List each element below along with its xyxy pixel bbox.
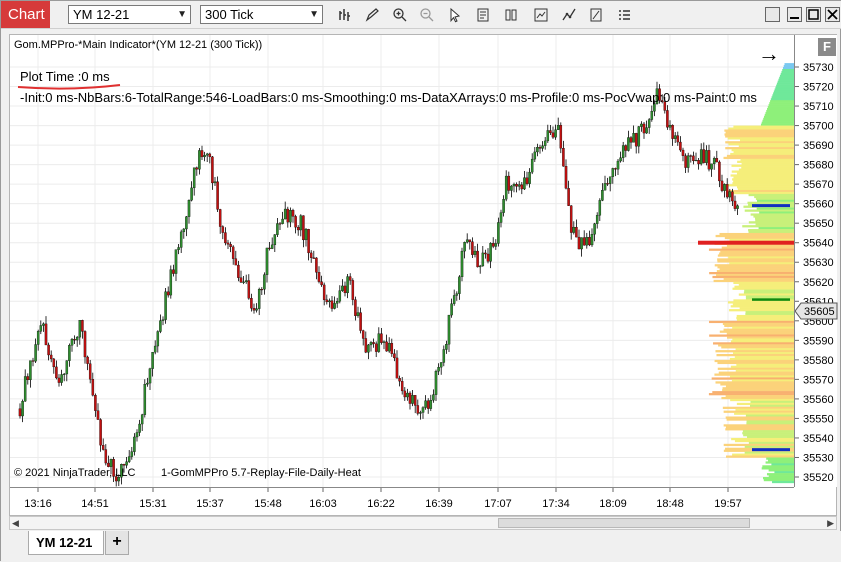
- copyright-text: © 2021 NinjaTrader, LLC: [14, 467, 136, 479]
- f-button[interactable]: F: [818, 38, 836, 56]
- time-tick-label: 15:37: [196, 498, 224, 510]
- zoom-out-icon[interactable]: [417, 5, 437, 25]
- indicator-icon[interactable]: [531, 5, 551, 25]
- value-area-line: [752, 448, 790, 452]
- price-tick-label: 35630: [803, 257, 834, 269]
- plot-time: Plot Time :0 ms: [20, 69, 110, 84]
- interval-selector[interactable]: 300 Tick ▼: [200, 5, 323, 24]
- instrument-selector[interactable]: YM 12-21 ▼: [68, 5, 191, 24]
- strategy-icon[interactable]: [501, 5, 521, 25]
- price-tick-label: 35620: [803, 277, 834, 289]
- vwap-line: [752, 298, 790, 301]
- chevron-down-icon: ▼: [309, 9, 319, 20]
- price-tick-label: 35570: [803, 374, 834, 386]
- interval-value: 300 Tick: [205, 7, 254, 22]
- time-tick-label: 13:16: [24, 498, 52, 510]
- add-tab-button[interactable]: +: [105, 531, 129, 555]
- minimize-button[interactable]: [787, 7, 802, 22]
- price-tick-label: 35660: [803, 199, 834, 211]
- properties-icon[interactable]: [473, 5, 493, 25]
- price-tick-label: 35590: [803, 335, 834, 347]
- scroll-left-icon[interactable]: ◀: [12, 517, 19, 529]
- price-tick-label: 35580: [803, 355, 834, 367]
- value-area-line: [752, 204, 790, 208]
- time-tick-label: 17:07: [484, 498, 512, 510]
- price-tick-label: 35640: [803, 238, 834, 250]
- tab-bar: YM 12-21 +: [1, 531, 841, 562]
- arrow-right-icon[interactable]: →: [758, 41, 780, 67]
- chart-panel[interactable]: Gom.MPPro-*Main Indicator*(YM 12-21 (300…: [9, 34, 838, 516]
- price-tick-label: 35540: [803, 433, 834, 445]
- plot-area[interactable]: Gom.MPPro-*Main Indicator*(YM 12-21 (300…: [10, 35, 794, 487]
- time-tick-label: 16:03: [309, 498, 337, 510]
- time-axis[interactable]: 13:16 14:51 15:31 15:37 15:48 16:03 16:22 16:39…: [10, 487, 794, 515]
- toolbar: Chart YM 12-21 ▼ 300 Tick ▼: [1, 1, 841, 29]
- tab-ym-12-21[interactable]: YM 12-21: [28, 531, 104, 555]
- horizontal-scrollbar[interactable]: ◀ ▶: [9, 516, 837, 530]
- price-tick-label: 35680: [803, 160, 834, 172]
- price-tick-label: 35650: [803, 218, 834, 230]
- time-tick-label: 19:57: [714, 498, 742, 510]
- chevron-down-icon: ▼: [177, 9, 187, 20]
- time-tick-label: 16:39: [425, 498, 453, 510]
- indicator-title: Gom.MPPro-*Main Indicator*(YM 12-21 (300…: [14, 39, 263, 51]
- price-tick-label: 35550: [803, 413, 834, 425]
- stats-line: -Init:0 ms-NbBars:6-TotalRange:546-LoadB…: [20, 90, 757, 105]
- poc-line: [698, 240, 794, 245]
- chart-window: Chart YM 12-21 ▼ 300 Tick ▼ Gom.MPPro-*M…: [0, 0, 841, 562]
- time-tick-label: 18:48: [656, 498, 684, 510]
- scroll-right-icon[interactable]: ▶: [827, 517, 834, 529]
- price-tick-label: 35670: [803, 179, 834, 191]
- time-tick-label: 14:51: [81, 498, 109, 510]
- price-tick-label: 35720: [803, 82, 834, 94]
- price-tick-label: 35700: [803, 121, 834, 133]
- price-tick-label: 35560: [803, 394, 834, 406]
- drawing-tools-icon[interactable]: [559, 5, 579, 25]
- list-icon[interactable]: [614, 5, 634, 25]
- zoom-in-icon[interactable]: [390, 5, 410, 25]
- bar-type-icon[interactable]: [335, 5, 355, 25]
- data-box-icon[interactable]: [586, 5, 606, 25]
- close-button[interactable]: [825, 7, 840, 22]
- pointer-icon[interactable]: [445, 5, 465, 25]
- price-tick-label: 35710: [803, 101, 834, 113]
- maximize-button[interactable]: [806, 7, 821, 22]
- price-tick-label: 35530: [803, 452, 834, 464]
- time-tick-label: 15:48: [254, 498, 282, 510]
- restore-button[interactable]: [765, 7, 780, 22]
- pencil-icon[interactable]: [362, 5, 382, 25]
- instrument-value: YM 12-21: [73, 7, 130, 22]
- time-tick-label: 15:31: [139, 498, 167, 510]
- time-tick-label: 16:22: [367, 498, 395, 510]
- price-tick-label: 35690: [803, 140, 834, 152]
- chart-badge[interactable]: Chart: [1, 1, 50, 28]
- price-tick-label: 35730: [803, 62, 834, 74]
- current-price-label: 35605: [804, 306, 835, 318]
- strategy-label: 1-GomMPPro 5.7-Replay-File-Daily-Heat: [161, 467, 361, 479]
- scroll-thumb[interactable]: [498, 518, 750, 528]
- time-tick-label: 18:09: [599, 498, 627, 510]
- time-tick-label: 17:34: [542, 498, 570, 510]
- price-axis[interactable]: 35730 35720 35710 35700 35690 35680 35670 35660…: [794, 35, 838, 487]
- price-tick-label: 35520: [803, 472, 834, 484]
